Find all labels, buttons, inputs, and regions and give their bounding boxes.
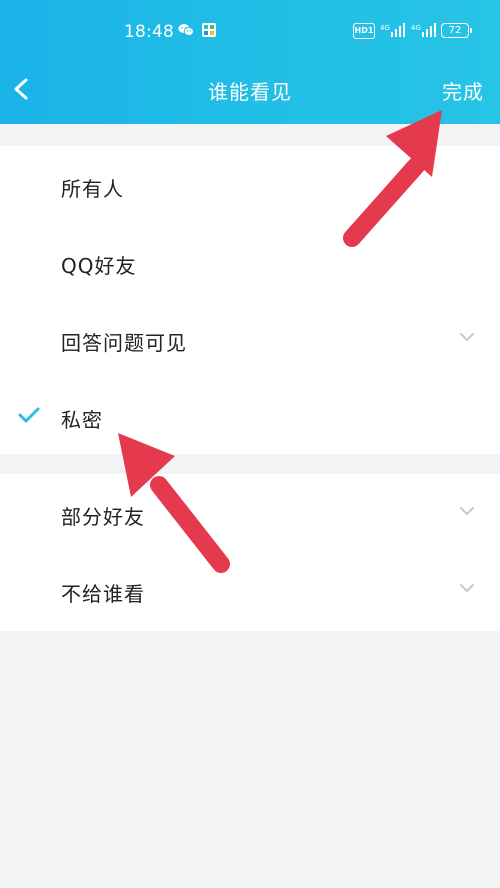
top-header: 18:48 HD1 4G 4G 72 谁能看见 完成 xyxy=(0,0,500,124)
signal-4g-second-icon: 4G xyxy=(411,20,441,40)
signal-4g-icon: 4G xyxy=(380,20,410,40)
option-row-some-friends[interactable]: 部分好友 xyxy=(0,474,500,551)
option-label-everyone: 所有人 xyxy=(61,177,124,201)
option-row-answer-question[interactable]: 回答问题可见 xyxy=(0,300,500,377)
visibility-options-group-secondary: 部分好友 不给谁看 xyxy=(0,474,500,631)
option-label-some-friends: 部分好友 xyxy=(61,505,145,529)
chevron-down-icon xyxy=(458,502,476,520)
status-bar: 18:48 HD1 4G 4G 72 xyxy=(0,0,500,58)
hd-badge: HD1 xyxy=(353,23,375,39)
wechat-icon xyxy=(178,22,194,38)
status-time: 18:48 xyxy=(124,22,174,42)
done-button[interactable]: 完成 xyxy=(442,76,484,105)
visibility-options-group-primary: 所有人 QQ好友 回答问题可见 私密 xyxy=(0,146,500,454)
option-label-hide-from: 不给谁看 xyxy=(61,582,145,606)
gallery-icon xyxy=(201,22,217,38)
svg-text:4G: 4G xyxy=(411,24,421,32)
option-row-everyone[interactable]: 所有人 xyxy=(0,146,500,223)
page-title: 谁能看见 xyxy=(208,80,292,104)
chevron-down-icon xyxy=(458,579,476,597)
option-row-hide-from[interactable]: 不给谁看 xyxy=(0,551,500,628)
battery-indicator: 72 xyxy=(441,23,472,38)
option-label-private: 私密 xyxy=(61,408,103,432)
option-row-qq-friends[interactable]: QQ好友 xyxy=(0,223,500,300)
checkmark-icon xyxy=(18,405,40,425)
navigation-bar: 谁能看见 完成 xyxy=(0,58,500,124)
option-row-private[interactable]: 私密 xyxy=(0,377,500,454)
option-label-qq-friends: QQ好友 xyxy=(61,254,137,278)
chevron-down-icon xyxy=(458,328,476,346)
svg-text:4G: 4G xyxy=(380,24,390,32)
option-label-answer-question: 回答问题可见 xyxy=(61,331,187,355)
